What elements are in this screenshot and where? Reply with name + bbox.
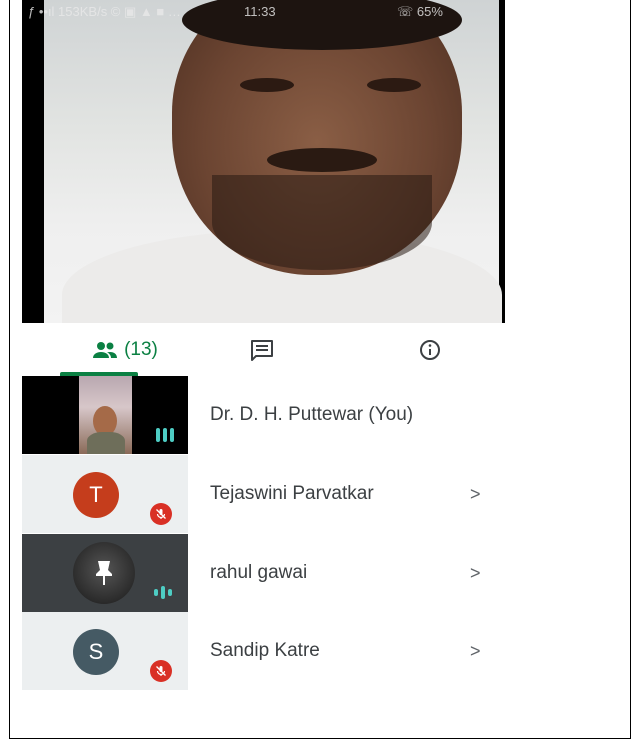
main-video[interactable]: ƒ ••ıl 153KB/s © ▣ ▲ ■ … 11:33 ☏ 65% [22, 0, 505, 323]
chevron-right-icon[interactable]: > [470, 455, 481, 533]
info-icon [420, 339, 440, 360]
avatar: S [73, 629, 119, 675]
people-count: (13) [124, 338, 158, 360]
tab-people[interactable]: (13) [60, 323, 190, 376]
video-beard [212, 175, 432, 270]
video-eye-right [367, 78, 421, 92]
avatar: T [73, 472, 119, 518]
chevron-right-icon[interactable]: > [470, 612, 481, 690]
tab-chat[interactable] [237, 323, 287, 376]
video-mustache [267, 148, 377, 172]
participant-row[interactable]: S Sandip Katre > [22, 612, 505, 690]
status-time: 11:33 [244, 4, 276, 19]
mic-off-icon [150, 660, 172, 682]
status-bar: ƒ ••ıl 153KB/s © ▣ ▲ ■ … 11:33 ☏ 65% [22, 0, 505, 22]
pin-icon [96, 561, 112, 585]
participant-video-thumb [22, 376, 188, 454]
chevron-right-icon[interactable]: > [470, 534, 481, 612]
tab-bar: (13) [22, 323, 505, 377]
participant-name: rahul gawai [210, 562, 308, 583]
participant-row[interactable]: Dr. D. H. Puttewar (You) [22, 376, 505, 454]
participant-row[interactable]: rahul gawai > [22, 534, 505, 612]
participant-video-thumb [22, 534, 188, 612]
participant-name: Tejaswini Parvatkar [210, 483, 374, 504]
video-eye-left [240, 78, 294, 92]
participant-video-thumb: T [22, 455, 188, 533]
status-left-icons: ƒ ••ıl 153KB/s © ▣ ▲ ■ … [28, 4, 181, 19]
meet-screen: ƒ ••ıl 153KB/s © ▣ ▲ ■ … 11:33 ☏ 65% (13… [22, 0, 505, 700]
participant-name: Dr. D. H. Puttewar (You) [210, 404, 414, 425]
audio-level-icon [156, 428, 174, 442]
participant-name: Sandip Katre [210, 640, 320, 661]
avatar [73, 542, 135, 604]
chat-icon [251, 339, 273, 361]
tab-info[interactable] [405, 323, 455, 376]
mic-off-icon [150, 503, 172, 525]
participant-row[interactable]: T Tejaswini Parvatkar > [22, 455, 505, 533]
people-icon [93, 341, 118, 358]
status-battery: ☏ 65% [397, 4, 443, 19]
participant-video-thumb: S [22, 612, 188, 690]
self-video [79, 376, 132, 454]
audio-level-icon [154, 586, 172, 599]
